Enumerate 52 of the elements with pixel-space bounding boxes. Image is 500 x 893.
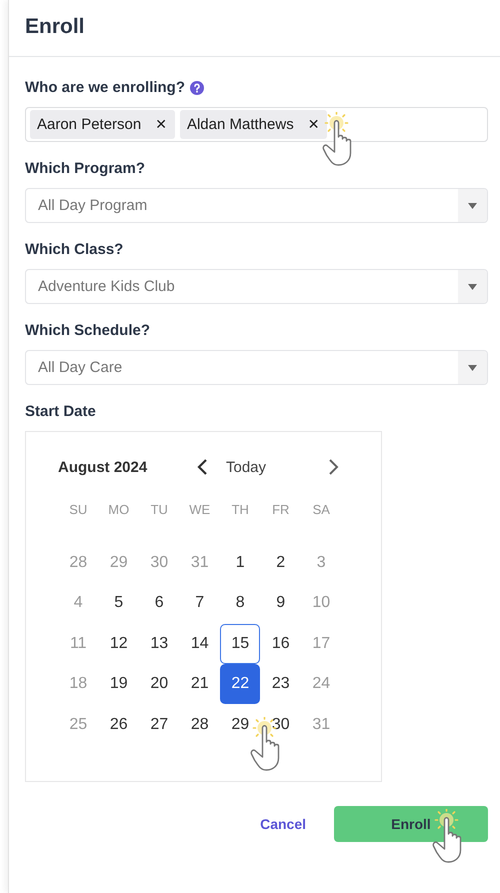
- day-button[interactable]: 12: [98, 624, 139, 664]
- day-button[interactable]: 1: [220, 542, 260, 583]
- remove-button[interactable]: ✕: [308, 116, 320, 132]
- weekday-label: WE: [188, 502, 212, 519]
- cancel-link[interactable]: Cancel: [260, 816, 306, 832]
- help-icon[interactable]: [190, 81, 204, 95]
- select-field[interactable]: All Day Program: [25, 188, 488, 223]
- day-button[interactable]: 16: [260, 624, 301, 664]
- day-button[interactable]: 14: [180, 624, 220, 664]
- field-label: Which Program?: [25, 160, 146, 178]
- day-button[interactable]: 8: [220, 583, 260, 624]
- chip-label: Aaron Peterson: [37, 116, 142, 133]
- field-label: Who are we enrolling?: [25, 79, 186, 97]
- select-field[interactable]: All Day Care: [25, 350, 488, 385]
- month-title: August 2024: [58, 458, 148, 476]
- weekday-label: MO: [107, 502, 130, 519]
- day-button[interactable]: 28: [180, 704, 220, 745]
- weekday-label: FR: [271, 502, 290, 519]
- hand-cursor-icon: [432, 809, 462, 863]
- remove-button[interactable]: ✕: [155, 116, 167, 132]
- day-button[interactable]: 30: [260, 704, 301, 745]
- day-button[interactable]: 7: [180, 583, 220, 624]
- day-button[interactable]: 19: [98, 664, 139, 704]
- weekday-label: SU: [68, 502, 88, 519]
- dialog-title: Enroll: [25, 14, 85, 40]
- day-button[interactable]: 9: [260, 583, 301, 624]
- weekday-label: TH: [230, 502, 250, 519]
- weekday-label: SA: [312, 502, 331, 519]
- day-button[interactable]: 20: [139, 664, 180, 704]
- dropdown-caret-icon: [468, 364, 477, 370]
- day-button[interactable]: 21: [180, 664, 220, 704]
- hand-cursor-icon: [322, 112, 352, 166]
- day-button[interactable]: 22: [220, 664, 260, 704]
- today-button[interactable]: Today: [210, 458, 326, 476]
- day-button[interactable]: 13: [139, 624, 180, 664]
- field-label: Which Schedule?: [25, 322, 150, 340]
- field-label: Which Class?: [25, 241, 124, 259]
- day-button[interactable]: 6: [139, 583, 180, 624]
- select-field[interactable]: Adventure Kids Club: [25, 269, 488, 304]
- dropdown-caret-icon: [468, 284, 477, 290]
- day-button[interactable]: 27: [139, 704, 180, 745]
- weekday-label: TU: [150, 502, 169, 519]
- chip-label: Aldan Matthews: [186, 116, 294, 133]
- dropdown-caret-icon: [468, 202, 477, 208]
- day-button[interactable]: 26: [98, 704, 139, 745]
- previous-month-button[interactable]: [196, 458, 210, 476]
- day-button[interactable]: 2: [260, 542, 301, 583]
- day-button[interactable]: 23: [260, 664, 301, 704]
- day-button[interactable]: 5: [98, 583, 139, 624]
- day-button[interactable]: 15: [220, 624, 260, 664]
- field-label: Start Date: [25, 403, 96, 421]
- day-button[interactable]: 29: [220, 704, 260, 745]
